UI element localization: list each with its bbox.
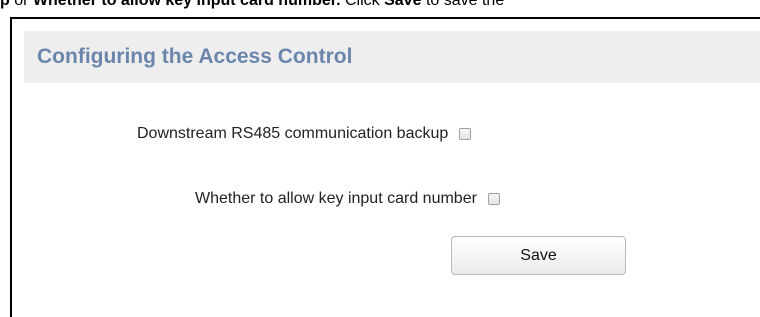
key-input-card-label: Whether to allow key input card number — [195, 190, 477, 207]
rs485-backup-label: Downstream RS485 communication backup — [137, 125, 449, 142]
doc-text-or: or — [14, 0, 29, 9]
doc-bold-option: Whether to allow key input card number. — [32, 0, 341, 9]
doc-text-tail: to save the — [425, 0, 505, 9]
document-text-line: p or Whether to allow key input card num… — [0, 0, 760, 11]
rs485-backup-checkbox[interactable] — [459, 128, 472, 140]
key-input-card-row: Whether to allow key input card number — [195, 190, 677, 208]
panel-title: Configuring the Access Control — [37, 45, 353, 68]
save-button[interactable]: Save — [451, 236, 626, 275]
rs485-backup-row: Downstream RS485 communication backup — [137, 125, 677, 143]
doc-bold-save: Save — [384, 0, 422, 9]
doc-bold-fragment: p — [0, 0, 10, 9]
access-control-panel: Configuring the Access Control Downstrea… — [10, 17, 760, 317]
panel-header: Configuring the Access Control — [24, 31, 760, 83]
key-input-card-checkbox[interactable] — [487, 193, 500, 205]
doc-text-click: Click — [344, 0, 380, 9]
